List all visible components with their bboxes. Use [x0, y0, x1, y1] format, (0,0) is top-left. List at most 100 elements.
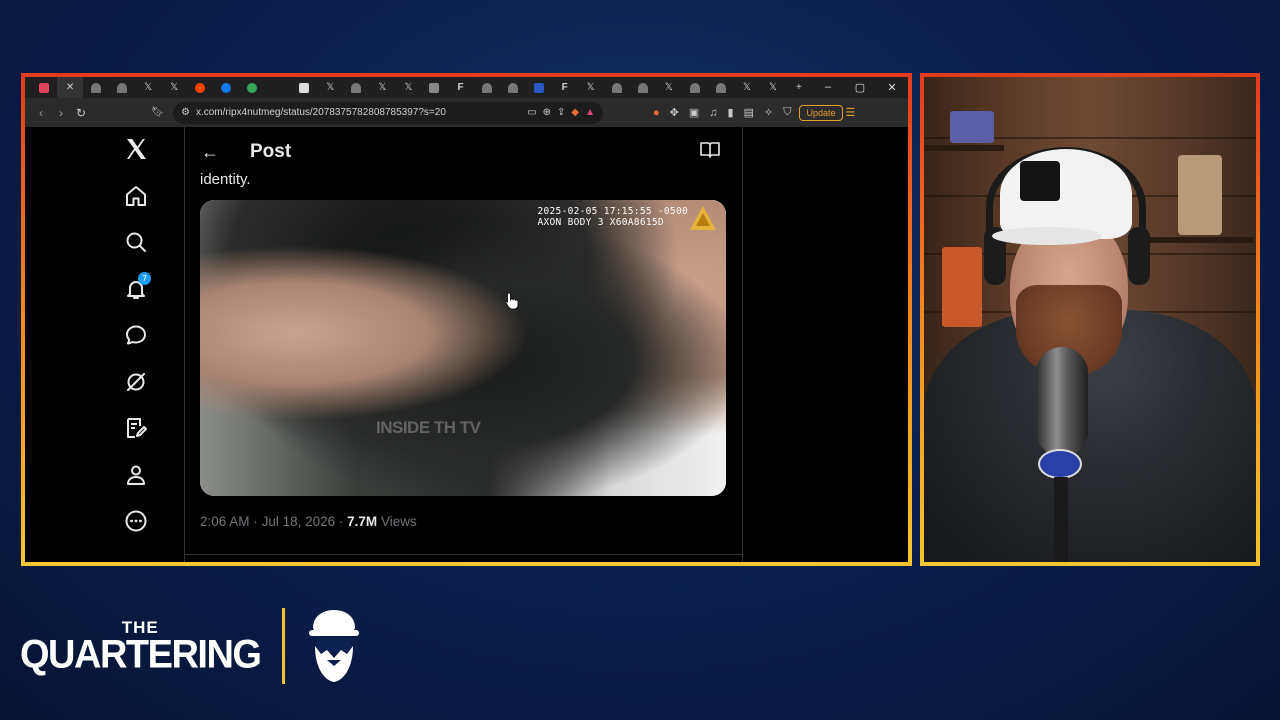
- bell-icon[interactable]: 7: [116, 269, 156, 309]
- tab[interactable]: F: [448, 77, 474, 98]
- sidebar-icon[interactable]: ▮: [728, 106, 734, 119]
- url-text: x.com/ripx4nutmeg/status/207837578280878…: [195, 107, 446, 118]
- maximize-button[interactable]: ▢: [844, 81, 876, 94]
- tab[interactable]: [343, 77, 369, 98]
- browser-window: ✕ 𝕏 𝕏 𝕏 𝕏 𝕏 F F 𝕏 𝕏 �: [25, 77, 908, 562]
- zoom-icon[interactable]: ⊕: [543, 107, 551, 118]
- views-label: Views: [380, 514, 417, 529]
- more-icon[interactable]: [116, 501, 156, 541]
- puzzle-icon[interactable]: ✥: [670, 106, 679, 119]
- tab[interactable]: [474, 77, 500, 98]
- meta-separator: ·: [338, 514, 344, 529]
- tab[interactable]: [213, 77, 239, 98]
- wallet-icon[interactable]: ▤: [744, 106, 754, 119]
- tab[interactable]: [708, 77, 734, 98]
- home-icon[interactable]: [116, 176, 156, 216]
- headphone-earcup: [1128, 227, 1150, 285]
- grok-icon[interactable]: [116, 362, 156, 402]
- forward-nav-icon[interactable]: ›: [51, 106, 71, 120]
- leo-icon[interactable]: ✧: [764, 106, 773, 119]
- x-main-column: ← Post identity. 2025-02-05 17:15:55 -05…: [185, 127, 743, 562]
- notification-badge: 7: [138, 271, 151, 285]
- tab[interactable]: [265, 77, 291, 98]
- tweet-meta: 2:06 AM · Jul 18, 2026 · 7.7M Views: [185, 514, 742, 529]
- reload-icon[interactable]: ↻: [71, 106, 91, 120]
- tab[interactable]: 𝕏: [317, 77, 343, 98]
- tab[interactable]: 𝕏: [760, 77, 786, 98]
- shelf: [1134, 237, 1254, 243]
- back-arrow-icon[interactable]: ←: [201, 142, 231, 163]
- bearded-mascot-icon: [309, 610, 360, 682]
- new-tab-button[interactable]: +: [786, 77, 812, 98]
- menu-icon[interactable]: ☰: [846, 106, 856, 119]
- tweet-time[interactable]: 2:06 AM: [200, 514, 250, 529]
- profile-icon[interactable]: [116, 455, 156, 495]
- url-field[interactable]: 🔖︎ ⚙︎ x.com/ripx4nutmeg/status/207837578…: [151, 101, 603, 124]
- cap-horse-logo: [1020, 161, 1060, 201]
- tab[interactable]: [83, 77, 109, 98]
- tweet-video[interactable]: 2025-02-05 17:15:55 -0500 AXON BODY 3 X6…: [200, 200, 726, 496]
- tab[interactable]: 𝕏: [369, 77, 395, 98]
- video-timestamp-line1: 2025-02-05 17:15:55 -0500: [537, 206, 688, 217]
- tab[interactable]: [109, 77, 135, 98]
- mic-badge: [1038, 449, 1082, 479]
- tab-active-close[interactable]: ✕: [57, 77, 84, 98]
- webcam-frame: [920, 73, 1260, 566]
- search-icon[interactable]: [116, 222, 156, 262]
- toolbar-icons: ● ✥ ▣ ♫ ▮ ▤ ✧ ⛉: [653, 106, 791, 119]
- site-info-icon[interactable]: ⚙︎: [181, 107, 190, 118]
- reader-mode-icon[interactable]: [700, 141, 720, 164]
- tab[interactable]: [630, 77, 656, 98]
- chat-icon[interactable]: [116, 315, 156, 355]
- tab[interactable]: 𝕏: [395, 77, 421, 98]
- tab[interactable]: [187, 77, 213, 98]
- screen-capture-frame: ✕ 𝕏 𝕏 𝕏 𝕏 𝕏 F F 𝕏 𝕏 �: [21, 73, 912, 566]
- vpn-icon[interactable]: ⛉: [783, 106, 791, 119]
- tab[interactable]: 𝕏: [656, 77, 682, 98]
- tweet-date[interactable]: Jul 18, 2026: [262, 514, 336, 529]
- tab[interactable]: [239, 77, 265, 98]
- x-page: 7 ← Post identity. 2025-02-05 17:15:55 -…: [25, 127, 908, 562]
- brave-shield-icon[interactable]: ◆: [571, 107, 579, 118]
- tweet-text: identity.: [200, 171, 251, 188]
- tab[interactable]: 𝕏: [578, 77, 604, 98]
- screenshot-icon[interactable]: ▣: [689, 106, 699, 119]
- tab[interactable]: 𝕏: [135, 77, 161, 98]
- cast-icon[interactable]: ▭: [527, 107, 536, 118]
- shelf: [924, 145, 1004, 151]
- extension-icon[interactable]: ●: [653, 107, 660, 119]
- window-controls: – ▢ ✕: [812, 81, 908, 94]
- share-icon[interactable]: ⇪: [557, 107, 565, 118]
- compose-icon[interactable]: [116, 408, 156, 448]
- tab[interactable]: 𝕏: [161, 77, 187, 98]
- tab[interactable]: [526, 77, 552, 98]
- minimize-button[interactable]: –: [812, 81, 844, 94]
- bookmark-icon[interactable]: 🔖︎: [151, 107, 164, 118]
- mic-stand: [1054, 477, 1068, 562]
- tab[interactable]: [682, 77, 708, 98]
- tab[interactable]: 𝕏: [734, 77, 760, 98]
- tab[interactable]: [31, 77, 57, 98]
- music-icon[interactable]: ♫: [709, 107, 717, 119]
- divider: [185, 554, 742, 555]
- tab[interactable]: F: [552, 77, 578, 98]
- tab[interactable]: [500, 77, 526, 98]
- video-timestamp: 2025-02-05 17:15:55 -0500 AXON BODY 3 X6…: [538, 206, 689, 228]
- brand-divider: [282, 608, 286, 684]
- tab[interactable]: [421, 77, 447, 98]
- x-logo-icon[interactable]: [116, 129, 156, 169]
- close-window-button[interactable]: ✕: [876, 81, 908, 94]
- video-frame: [200, 200, 726, 496]
- tab[interactable]: [291, 77, 317, 98]
- back-nav-icon[interactable]: ‹: [31, 106, 51, 120]
- axon-logo-icon: [690, 206, 716, 230]
- video-watermark: INSIDE TH TV: [376, 418, 481, 437]
- cap-brim: [992, 227, 1102, 245]
- post-header: ← Post: [185, 127, 742, 177]
- address-bar-row: ‹ › ↻ 🔖︎ ⚙︎ x.com/ripx4nutmeg/status/207…: [25, 98, 908, 127]
- shelf-item: [942, 247, 982, 327]
- tab[interactable]: [604, 77, 630, 98]
- brave-rewards-icon[interactable]: ▲: [585, 107, 595, 118]
- hand-cursor-icon: [505, 292, 519, 310]
- update-button[interactable]: Update: [799, 104, 843, 121]
